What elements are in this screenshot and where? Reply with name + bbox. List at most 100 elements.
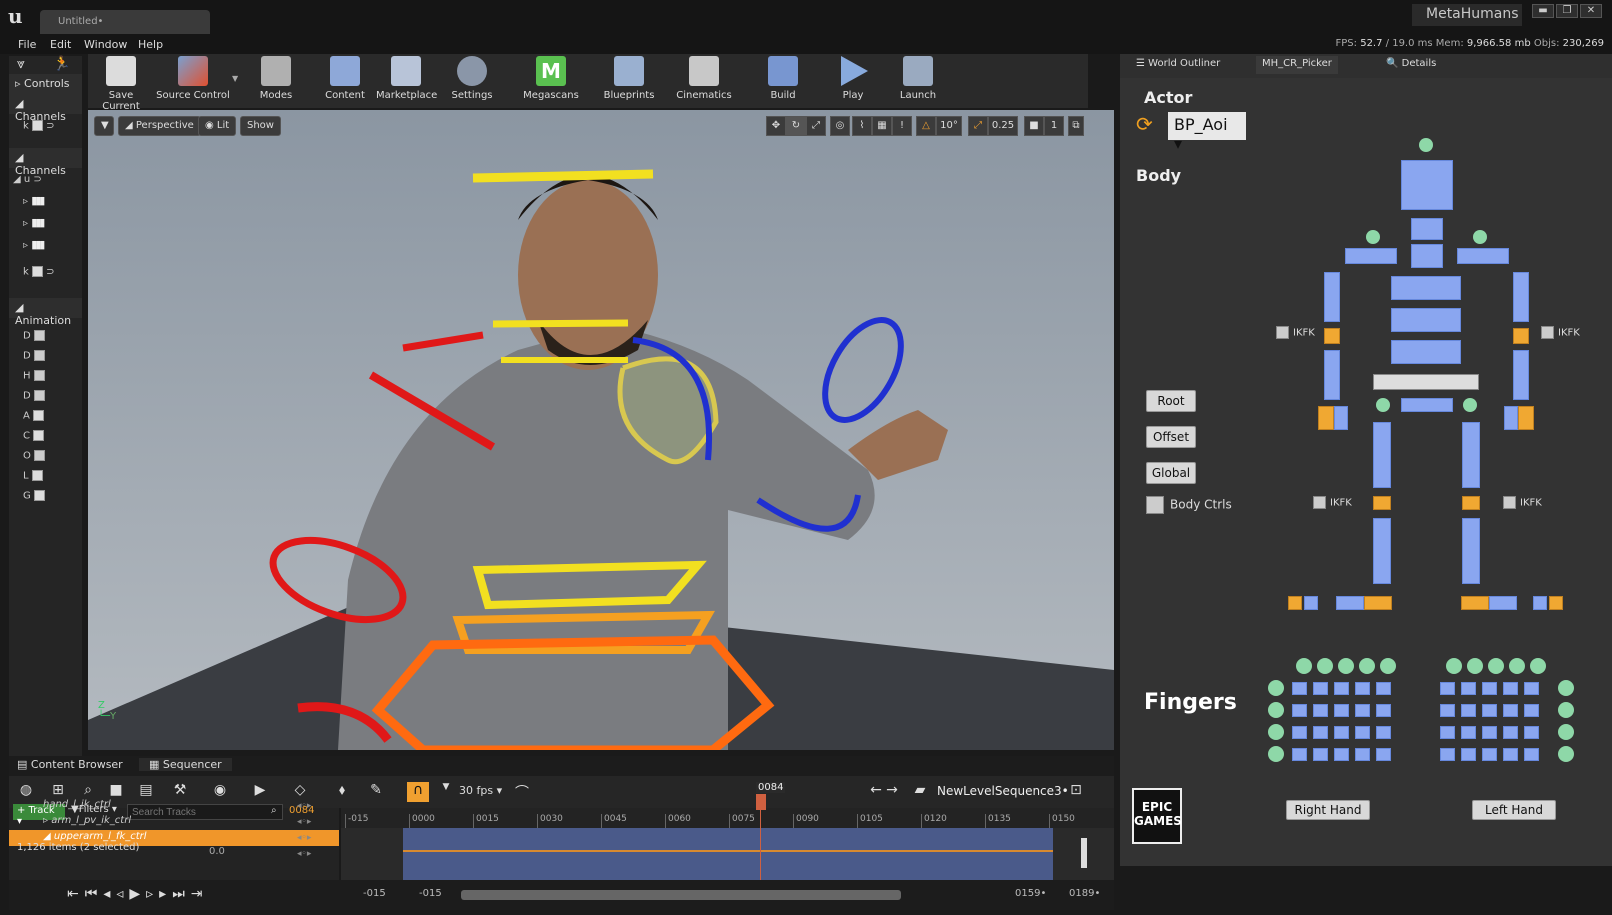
- finger-ctrl-button[interactable]: [1509, 658, 1525, 674]
- track-key-controls[interactable]: ◂◦▸ ◂◦▸ ◂◦▸ ◂◦▸: [297, 798, 311, 862]
- animation-header[interactable]: ◢ Animation: [9, 298, 82, 327]
- ikfk-leg-r-toggle[interactable]: IKFK: [1313, 496, 1352, 509]
- finger-ctrl-button[interactable]: [1338, 658, 1354, 674]
- translate-tool-icon[interactable]: ✥: [766, 116, 786, 136]
- range-start-a[interactable]: -015: [363, 888, 386, 899]
- fps-dropdown[interactable]: 30 fps ▾: [459, 784, 502, 797]
- finger-bone-button[interactable]: [1355, 704, 1370, 717]
- minimize-button[interactable]: ▬: [1532, 4, 1554, 18]
- finger-bone-button[interactable]: [1440, 726, 1455, 739]
- perspective-button[interactable]: ◢ Perspective: [118, 116, 201, 136]
- finger-ctrl-button[interactable]: [1296, 658, 1312, 674]
- surface-snap-icon[interactable]: ⌇: [852, 116, 872, 136]
- calf-r-button[interactable]: [1373, 518, 1391, 584]
- grid-size-icon[interactable]: !: [892, 116, 912, 136]
- finger-bone-button[interactable]: [1355, 726, 1370, 739]
- head-box-button[interactable]: [1401, 160, 1453, 210]
- lock-icon[interactable]: ⊡: [1065, 782, 1087, 802]
- anim-checkbox[interactable]: [33, 410, 45, 421]
- clavicle-r-button[interactable]: [1345, 248, 1397, 264]
- finger-ik-button[interactable]: [1558, 724, 1574, 740]
- finger-bone-button[interactable]: [1292, 748, 1307, 761]
- finger-ik-button[interactable]: [1558, 680, 1574, 696]
- finger-bone-button[interactable]: [1440, 748, 1455, 761]
- spine-upper-button[interactable]: [1391, 276, 1461, 300]
- viewport-scene[interactable]: [88, 110, 1114, 750]
- finger-bone-button[interactable]: [1376, 748, 1391, 761]
- finger-bone-button[interactable]: [1482, 726, 1497, 739]
- foot-r-ik-button[interactable]: [1364, 596, 1392, 610]
- tab-mh-cr-picker[interactable]: MH_CR_Picker: [1256, 56, 1338, 74]
- finger-bone-button[interactable]: [1376, 726, 1391, 739]
- range-end-b[interactable]: 0189•: [1069, 888, 1100, 899]
- maximize-button[interactable]: ❐: [1556, 4, 1578, 18]
- scale-snap-value[interactable]: 0.25: [988, 116, 1018, 136]
- elbow-l-button[interactable]: [1513, 328, 1529, 344]
- elbow-r-button[interactable]: [1324, 328, 1340, 344]
- finger-bone-button[interactable]: [1376, 704, 1391, 717]
- finger-ik-button[interactable]: [1268, 680, 1284, 696]
- anim-checkbox[interactable]: [34, 450, 46, 461]
- channel-expander[interactable]: ◢ u ⊃: [13, 174, 42, 185]
- marketplace-button[interactable]: Marketplace: [376, 54, 437, 108]
- hand-r-fk-button[interactable]: [1334, 406, 1348, 430]
- thigh-r-button[interactable]: [1373, 422, 1391, 488]
- hip-r-button[interactable]: [1376, 398, 1390, 412]
- pelvis-button[interactable]: [1401, 398, 1453, 412]
- camera-speed-value[interactable]: 1: [1044, 116, 1064, 136]
- upperarm-l-button[interactable]: [1513, 272, 1529, 322]
- finger-ik-button[interactable]: [1268, 746, 1284, 762]
- transport-buttons[interactable]: ⇤⏮◂◃▶▹▸⏭⇥: [67, 886, 209, 902]
- pencil-icon[interactable]: ✎: [365, 782, 387, 802]
- clavicle-r-ik-button[interactable]: [1366, 230, 1380, 244]
- finger-bone-button[interactable]: [1313, 726, 1328, 739]
- offset-button[interactable]: Offset: [1146, 426, 1196, 448]
- finger-bone-button[interactable]: [1461, 682, 1476, 695]
- upperarm-r-button[interactable]: [1324, 272, 1340, 322]
- timeline-scrollbar[interactable]: [1081, 838, 1087, 868]
- cinematics-button[interactable]: Cinematics: [672, 54, 736, 108]
- channel-checkbox[interactable]: [31, 120, 43, 131]
- time-ruler[interactable]: -015 0000 0015 0030 0045 0060 0075 0090 0105 0120…: [341, 808, 1114, 828]
- launch-button[interactable]: Launch: [894, 54, 942, 108]
- root-button[interactable]: Root: [1146, 390, 1196, 412]
- track-row[interactable]: hand_l_ik_ctrl: [9, 798, 339, 814]
- foot-r-toe-button[interactable]: [1304, 596, 1318, 610]
- finger-ctrl-button[interactable]: [1359, 658, 1375, 674]
- finger-ik-button[interactable]: [1268, 702, 1284, 718]
- finger-bone-button[interactable]: [1355, 682, 1370, 695]
- anim-checkbox[interactable]: [33, 430, 45, 441]
- finger-bone-button[interactable]: [1355, 748, 1370, 761]
- play-button[interactable]: Play: [830, 54, 876, 108]
- foot-l-toe-button[interactable]: [1533, 596, 1547, 610]
- scale-snap-icon[interactable]: ⤢: [968, 116, 988, 136]
- rotation-snap-value[interactable]: 10°: [936, 116, 962, 136]
- foot-l-ik-button[interactable]: [1461, 596, 1489, 610]
- finger-bone-button[interactable]: [1440, 704, 1455, 717]
- world-local-icon[interactable]: ◎: [830, 116, 850, 136]
- neck-base-button[interactable]: [1411, 244, 1443, 268]
- finger-bone-button[interactable]: [1292, 704, 1307, 717]
- sequencer-timeline[interactable]: -015 0000 0015 0030 0045 0060 0075 0090 0105 0120…: [341, 782, 1114, 880]
- global-button[interactable]: Global: [1146, 462, 1196, 484]
- channel-curve-row[interactable]: ▹ ▮▮▮: [23, 216, 65, 229]
- finger-bone-button[interactable]: [1334, 682, 1349, 695]
- channels-header-1[interactable]: ◢ Channels: [9, 94, 82, 123]
- close-button[interactable]: ✕: [1580, 4, 1602, 18]
- clavicle-l-ik-button[interactable]: [1473, 230, 1487, 244]
- pelvis-bar-button[interactable]: [1373, 374, 1479, 390]
- finger-bone-button[interactable]: [1313, 704, 1328, 717]
- menu-edit[interactable]: Edit: [50, 38, 71, 51]
- finger-bone-button[interactable]: [1334, 704, 1349, 717]
- source-control-button[interactable]: Source Control: [156, 54, 230, 108]
- left-hand-button[interactable]: Left Hand: [1472, 800, 1556, 820]
- ikfk-leg-l-toggle[interactable]: IKFK: [1503, 496, 1542, 509]
- folder-icon[interactable]: ▰: [909, 782, 931, 802]
- anim-checkbox[interactable]: [33, 490, 45, 501]
- range-start-b[interactable]: -015: [419, 888, 442, 899]
- finger-bone-button[interactable]: [1503, 748, 1518, 761]
- actor-dropdown[interactable]: BP_Aoi ▾: [1168, 112, 1246, 153]
- lowerarm-l-button[interactable]: [1513, 350, 1529, 400]
- viewport-options-button[interactable]: ▼: [94, 116, 114, 136]
- finger-bone-button[interactable]: [1461, 726, 1476, 739]
